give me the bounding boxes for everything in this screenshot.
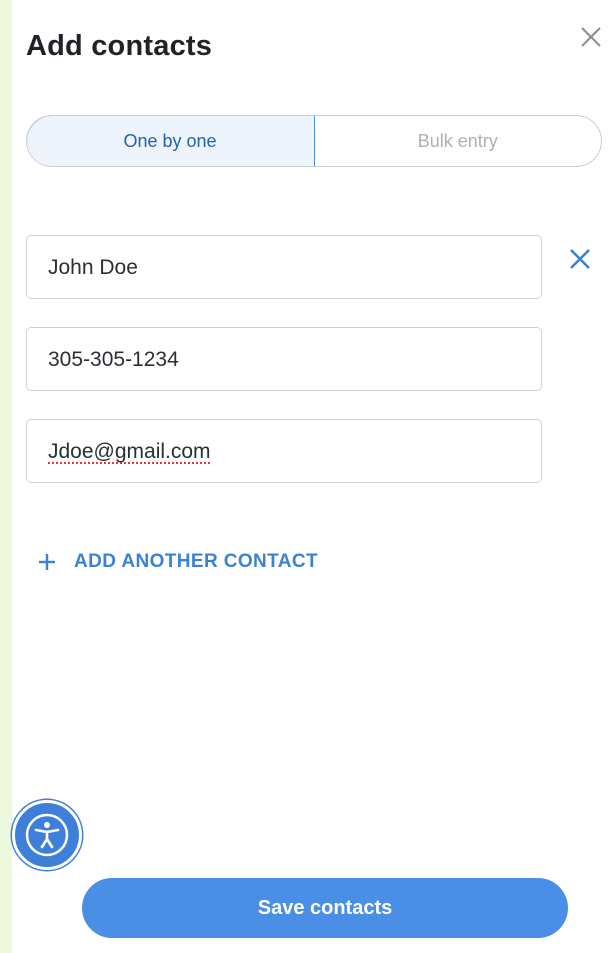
- save-contacts-label: Save contacts: [257, 896, 393, 919]
- close-icon[interactable]: [578, 24, 604, 50]
- name-field[interactable]: John Doe: [26, 235, 542, 299]
- phone-field[interactable]: 305-305-1234: [26, 327, 542, 391]
- entry-mode-toggle: One by one Bulk entry: [26, 115, 602, 167]
- add-another-label: ADD ANOTHER CONTACT: [74, 551, 319, 572]
- accessibility-button[interactable]: [12, 800, 82, 870]
- add-contacts-dialog: Add contacts One by one Bulk entry John …: [12, 0, 612, 953]
- accessibility-icon: [25, 813, 69, 857]
- add-another-contact-button[interactable]: ADD ANOTHER CONTACT: [38, 551, 318, 573]
- phone-value: 305-305-1234: [48, 347, 179, 371]
- plus-icon: [39, 554, 55, 570]
- dialog-title: Add contacts: [26, 30, 213, 62]
- name-value: John Doe: [48, 255, 138, 279]
- remove-contact-icon[interactable]: [568, 247, 592, 271]
- tab-one-by-one[interactable]: One by one: [27, 116, 315, 166]
- save-contacts-button[interactable]: Save contacts: [82, 878, 568, 938]
- email-field[interactable]: Jdoe@gmail.com: [26, 419, 542, 483]
- email-value: Jdoe@gmail.com: [48, 439, 211, 463]
- tab-bulk-entry[interactable]: Bulk entry: [315, 116, 602, 166]
